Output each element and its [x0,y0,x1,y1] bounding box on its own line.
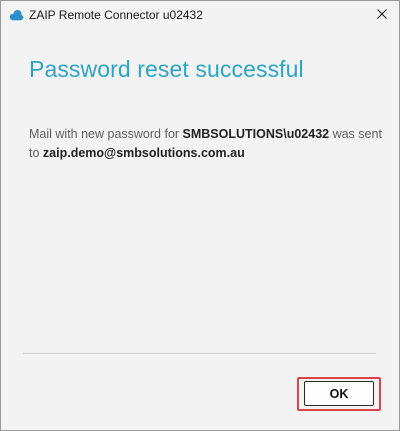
window-title: ZAIP Remote Connector u02432 [29,8,203,22]
cloud-app-icon [8,8,24,22]
account-name: SMBSOLUTIONS\u02432 [182,127,330,141]
dialog-window: ZAIP Remote Connector u02432 Password re… [0,0,400,431]
status-message: Mail with new password for SMBSOLUTIONS\… [29,125,389,163]
recipient-email: zaip.demo@smbsolutions.com.au [42,146,245,160]
close-button[interactable] [369,3,395,27]
message-text-start: Mail with new password for [29,127,183,141]
footer-divider [23,353,376,354]
page-title: Password reset successful [29,56,304,82]
ok-button[interactable]: OK [304,381,374,406]
title-bar: ZAIP Remote Connector u02432 [1,1,399,29]
close-icon [377,6,387,24]
